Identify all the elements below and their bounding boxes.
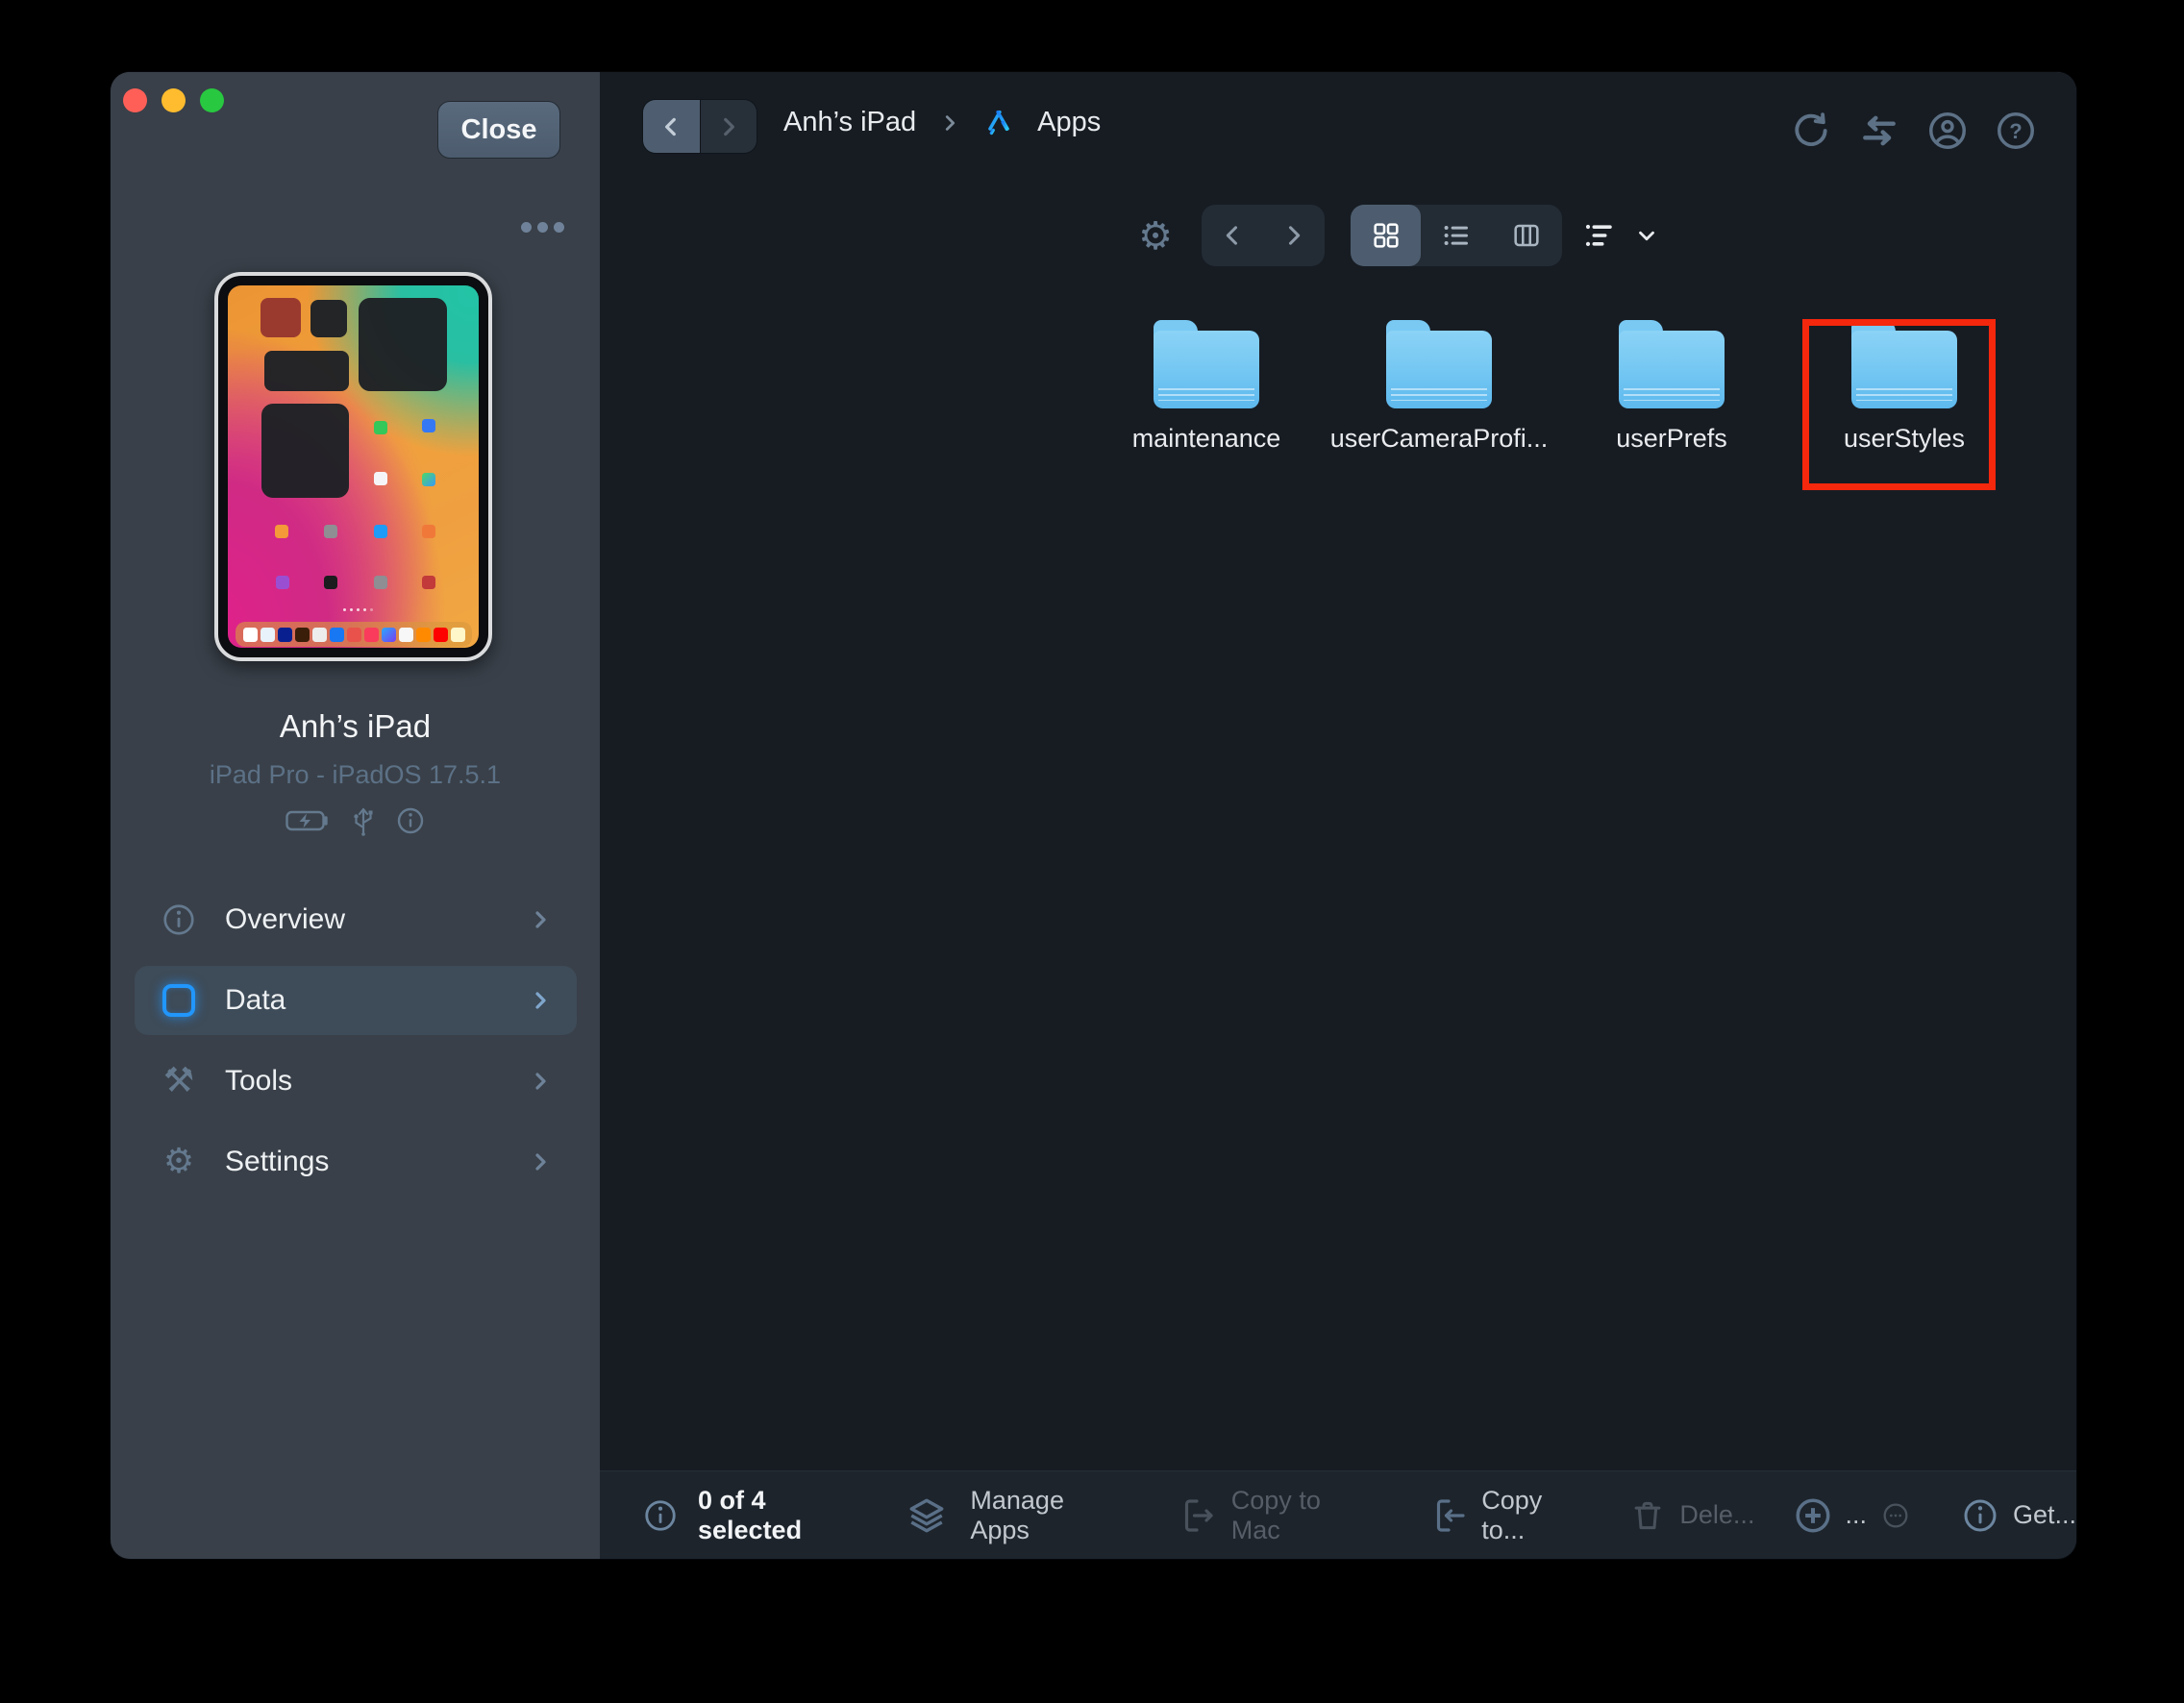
- sidebar-nav: Overview Data ⚒ Tools ⚙: [135, 885, 577, 1208]
- sort-options[interactable]: [1582, 205, 1688, 266]
- folder-icon: [1619, 320, 1725, 408]
- sidebar-item-settings[interactable]: ⚙ Settings: [135, 1127, 577, 1197]
- sort-list-icon: [1582, 218, 1617, 253]
- breadcrumb-device[interactable]: Anh’s iPad: [783, 107, 916, 138]
- data-square-icon: [158, 984, 200, 1017]
- traffic-zoom-button[interactable]: [200, 88, 224, 112]
- chevron-right-icon: [529, 1150, 552, 1173]
- sidebar-item-overview[interactable]: Overview: [135, 885, 577, 954]
- gear-icon: ⚙: [158, 1145, 200, 1179]
- grid-view-button[interactable]: [1351, 205, 1421, 266]
- transfer-icon[interactable]: [1857, 109, 1901, 153]
- more-options-icon[interactable]: [512, 214, 572, 239]
- device-dock: [236, 622, 472, 647]
- breadcrumb-section[interactable]: Apps: [1037, 107, 1101, 138]
- folder-label: userCameraProfi...: [1328, 424, 1551, 454]
- copy-to-mac-button: Copy to Mac: [1231, 1486, 1370, 1545]
- red-highlight-annotation: [1802, 319, 1996, 490]
- breadcrumb: Anh’s iPad Apps: [783, 107, 1101, 138]
- columns-view-button[interactable]: [1492, 205, 1562, 266]
- info-circle-icon: [158, 901, 200, 938]
- chevron-down-icon: [1634, 223, 1659, 248]
- forward-button: [700, 100, 757, 153]
- sidebar-item-data[interactable]: Data: [135, 966, 577, 1035]
- device-export-icon: [1178, 1496, 1216, 1535]
- folder-icon: [1386, 320, 1492, 408]
- sidebar-item-label: Settings: [225, 1146, 529, 1178]
- battery-charging-icon: [285, 809, 332, 832]
- sidebar-item-label: Tools: [225, 1065, 529, 1098]
- usb-icon: [351, 804, 376, 837]
- ellipsis-circle-icon: [1880, 1500, 1911, 1531]
- tools-icon: ⚒: [158, 1064, 200, 1098]
- chevron-right-icon: [529, 908, 552, 931]
- refresh-icon[interactable]: [1789, 109, 1833, 153]
- folder-icon: [1154, 320, 1259, 408]
- folder-item-maintenance[interactable]: maintenance: [1095, 320, 1318, 454]
- sidebar: Close: [111, 72, 600, 1559]
- chevron-right-icon: [939, 112, 960, 134]
- selection-info-icon: [642, 1497, 679, 1534]
- device-preview-image: [214, 272, 492, 661]
- help-icon[interactable]: ?: [1994, 109, 2038, 153]
- view-settings-gear-icon[interactable]: ⚙: [1134, 205, 1177, 268]
- sidebar-item-label: Data: [225, 984, 529, 1017]
- toolbar: ⚙: [600, 205, 2076, 268]
- selection-count: 0 of 4 selected: [698, 1486, 868, 1545]
- device-import-icon: [1429, 1496, 1468, 1535]
- device-wallpaper: [228, 285, 479, 648]
- folder-history-nav: [1202, 205, 1325, 266]
- manage-apps-button[interactable]: Manage Apps: [970, 1486, 1121, 1545]
- device-name: Anh’s iPad: [111, 708, 600, 745]
- chevron-right-icon: [529, 1070, 552, 1093]
- copy-to-button[interactable]: Copy to...: [1481, 1486, 1587, 1545]
- chevron-right-icon: [529, 989, 552, 1012]
- get-info-button[interactable]: Get...: [2013, 1500, 2076, 1530]
- folder-grid: maintenance userCameraProfi... userPrefs…: [600, 317, 2076, 567]
- trash-icon: [1629, 1497, 1666, 1534]
- status-bar: 0 of 4 selected Manage Apps Copy to Mac …: [600, 1470, 2076, 1559]
- app-store-icon: [983, 108, 1014, 138]
- sidebar-item-label: Overview: [225, 903, 529, 936]
- plus-circle-icon[interactable]: [1793, 1495, 1833, 1536]
- close-button[interactable]: Close: [437, 101, 560, 159]
- folder-label: maintenance: [1095, 424, 1318, 454]
- window-controls: [123, 88, 224, 112]
- traffic-minimize-button[interactable]: [161, 88, 186, 112]
- delete-button: Dele...: [1679, 1500, 1754, 1530]
- list-view-button[interactable]: [1421, 205, 1491, 266]
- account-icon[interactable]: [1925, 109, 1970, 153]
- folder-item-usercameraprofiles[interactable]: userCameraProfi...: [1328, 320, 1551, 454]
- view-mode-switcher: [1351, 205, 1562, 266]
- app-window: Close: [111, 72, 2076, 1559]
- main-area: Anh’s iPad Apps: [600, 72, 2076, 1559]
- traffic-close-button[interactable]: [123, 88, 147, 112]
- folder-label: userPrefs: [1560, 424, 1783, 454]
- device-info-icon[interactable]: [395, 805, 426, 836]
- folder-forward-button[interactable]: [1263, 205, 1325, 266]
- back-button[interactable]: [643, 100, 700, 153]
- add-more-button[interactable]: ...: [1845, 1500, 1867, 1530]
- get-info-icon: [1961, 1496, 1999, 1535]
- history-nav: [642, 99, 757, 154]
- folder-back-button[interactable]: [1202, 205, 1263, 266]
- device-model: iPad Pro - iPadOS 17.5.1: [111, 760, 600, 790]
- sidebar-item-tools[interactable]: ⚒ Tools: [135, 1047, 577, 1116]
- layers-icon: [906, 1495, 947, 1536]
- folder-item-userprefs[interactable]: userPrefs: [1560, 320, 1783, 454]
- svg-text:?: ?: [2009, 119, 2022, 143]
